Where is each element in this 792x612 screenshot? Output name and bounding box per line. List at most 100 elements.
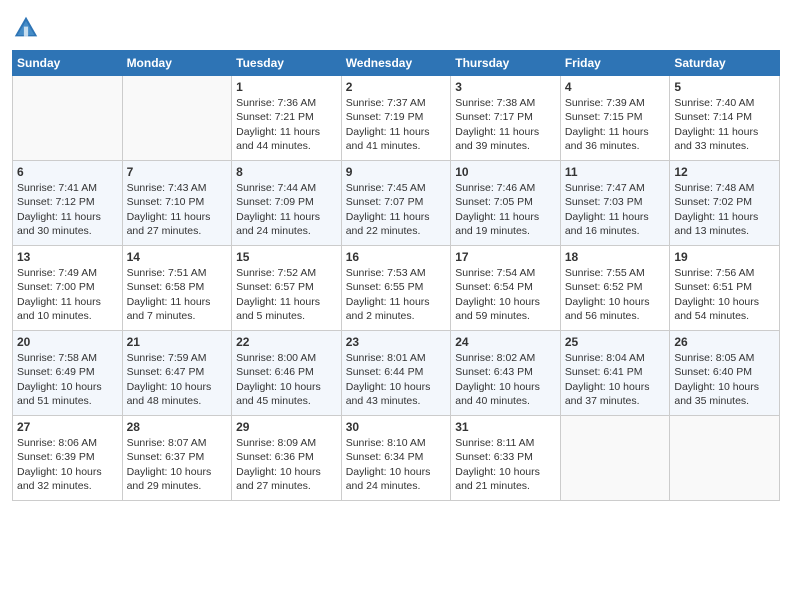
day-info: Daylight: 11 hours and 39 minutes. bbox=[455, 125, 556, 153]
cal-cell: 17Sunrise: 7:54 AMSunset: 6:54 PMDayligh… bbox=[451, 246, 561, 331]
day-info: Sunrise: 7:38 AM bbox=[455, 96, 556, 110]
cal-cell: 20Sunrise: 7:58 AMSunset: 6:49 PMDayligh… bbox=[13, 331, 123, 416]
day-number: 14 bbox=[127, 249, 228, 265]
day-number: 19 bbox=[674, 249, 775, 265]
cal-cell: 24Sunrise: 8:02 AMSunset: 6:43 PMDayligh… bbox=[451, 331, 561, 416]
header-cell-wednesday: Wednesday bbox=[341, 51, 451, 76]
cal-cell: 25Sunrise: 8:04 AMSunset: 6:41 PMDayligh… bbox=[560, 331, 670, 416]
cal-cell: 7Sunrise: 7:43 AMSunset: 7:10 PMDaylight… bbox=[122, 161, 232, 246]
day-number: 21 bbox=[127, 334, 228, 350]
day-info: Sunrise: 7:36 AM bbox=[236, 96, 337, 110]
cal-cell: 5Sunrise: 7:40 AMSunset: 7:14 PMDaylight… bbox=[670, 76, 780, 161]
day-info: Daylight: 11 hours and 36 minutes. bbox=[565, 125, 666, 153]
day-info: Sunrise: 7:53 AM bbox=[346, 266, 447, 280]
cal-cell: 12Sunrise: 7:48 AMSunset: 7:02 PMDayligh… bbox=[670, 161, 780, 246]
day-info: Daylight: 10 hours and 35 minutes. bbox=[674, 380, 775, 408]
day-info: Daylight: 11 hours and 41 minutes. bbox=[346, 125, 447, 153]
header-cell-tuesday: Tuesday bbox=[232, 51, 342, 76]
day-number: 4 bbox=[565, 79, 666, 95]
day-info: Sunrise: 7:47 AM bbox=[565, 181, 666, 195]
cal-cell: 30Sunrise: 8:10 AMSunset: 6:34 PMDayligh… bbox=[341, 416, 451, 501]
day-number: 10 bbox=[455, 164, 556, 180]
day-number: 3 bbox=[455, 79, 556, 95]
day-number: 25 bbox=[565, 334, 666, 350]
day-info: Sunset: 7:19 PM bbox=[346, 110, 447, 124]
day-info: Sunrise: 7:45 AM bbox=[346, 181, 447, 195]
header-cell-friday: Friday bbox=[560, 51, 670, 76]
day-number: 11 bbox=[565, 164, 666, 180]
day-info: Daylight: 10 hours and 56 minutes. bbox=[565, 295, 666, 323]
cal-cell: 18Sunrise: 7:55 AMSunset: 6:52 PMDayligh… bbox=[560, 246, 670, 331]
day-info: Sunset: 6:34 PM bbox=[346, 450, 447, 464]
day-info: Daylight: 11 hours and 10 minutes. bbox=[17, 295, 118, 323]
cal-cell: 10Sunrise: 7:46 AMSunset: 7:05 PMDayligh… bbox=[451, 161, 561, 246]
day-info: Sunrise: 8:04 AM bbox=[565, 351, 666, 365]
cal-cell bbox=[560, 416, 670, 501]
day-info: Sunrise: 8:09 AM bbox=[236, 436, 337, 450]
cal-cell: 2Sunrise: 7:37 AMSunset: 7:19 PMDaylight… bbox=[341, 76, 451, 161]
day-info: Sunrise: 7:55 AM bbox=[565, 266, 666, 280]
day-info: Daylight: 11 hours and 5 minutes. bbox=[236, 295, 337, 323]
week-row-2: 6Sunrise: 7:41 AMSunset: 7:12 PMDaylight… bbox=[13, 161, 780, 246]
day-info: Daylight: 10 hours and 40 minutes. bbox=[455, 380, 556, 408]
day-number: 29 bbox=[236, 419, 337, 435]
day-info: Sunset: 6:57 PM bbox=[236, 280, 337, 294]
cal-cell: 11Sunrise: 7:47 AMSunset: 7:03 PMDayligh… bbox=[560, 161, 670, 246]
day-number: 31 bbox=[455, 419, 556, 435]
day-info: Sunset: 6:46 PM bbox=[236, 365, 337, 379]
day-info: Sunset: 6:43 PM bbox=[455, 365, 556, 379]
day-info: Daylight: 11 hours and 13 minutes. bbox=[674, 210, 775, 238]
day-info: Sunset: 6:33 PM bbox=[455, 450, 556, 464]
page-container: SundayMondayTuesdayWednesdayThursdayFrid… bbox=[0, 0, 792, 509]
day-number: 28 bbox=[127, 419, 228, 435]
day-info: Sunrise: 7:37 AM bbox=[346, 96, 447, 110]
cal-cell: 16Sunrise: 7:53 AMSunset: 6:55 PMDayligh… bbox=[341, 246, 451, 331]
day-info: Sunset: 7:09 PM bbox=[236, 195, 337, 209]
day-info: Daylight: 10 hours and 29 minutes. bbox=[127, 465, 228, 493]
day-info: Sunset: 7:02 PM bbox=[674, 195, 775, 209]
week-row-5: 27Sunrise: 8:06 AMSunset: 6:39 PMDayligh… bbox=[13, 416, 780, 501]
day-number: 20 bbox=[17, 334, 118, 350]
cal-cell: 22Sunrise: 8:00 AMSunset: 6:46 PMDayligh… bbox=[232, 331, 342, 416]
day-info: Sunrise: 7:43 AM bbox=[127, 181, 228, 195]
day-number: 18 bbox=[565, 249, 666, 265]
cal-cell: 9Sunrise: 7:45 AMSunset: 7:07 PMDaylight… bbox=[341, 161, 451, 246]
day-info: Sunrise: 7:44 AM bbox=[236, 181, 337, 195]
cal-cell: 29Sunrise: 8:09 AMSunset: 6:36 PMDayligh… bbox=[232, 416, 342, 501]
day-info: Daylight: 10 hours and 45 minutes. bbox=[236, 380, 337, 408]
day-info: Sunset: 7:00 PM bbox=[17, 280, 118, 294]
day-info: Daylight: 11 hours and 27 minutes. bbox=[127, 210, 228, 238]
day-info: Sunrise: 7:40 AM bbox=[674, 96, 775, 110]
day-info: Sunset: 7:12 PM bbox=[17, 195, 118, 209]
day-info: Daylight: 11 hours and 24 minutes. bbox=[236, 210, 337, 238]
day-info: Daylight: 10 hours and 32 minutes. bbox=[17, 465, 118, 493]
header-cell-saturday: Saturday bbox=[670, 51, 780, 76]
day-number: 13 bbox=[17, 249, 118, 265]
day-info: Sunset: 6:36 PM bbox=[236, 450, 337, 464]
day-info: Sunrise: 8:00 AM bbox=[236, 351, 337, 365]
cal-cell bbox=[122, 76, 232, 161]
day-info: Sunset: 6:39 PM bbox=[17, 450, 118, 464]
day-info: Sunrise: 7:54 AM bbox=[455, 266, 556, 280]
day-info: Sunrise: 7:51 AM bbox=[127, 266, 228, 280]
day-number: 1 bbox=[236, 79, 337, 95]
cal-cell: 13Sunrise: 7:49 AMSunset: 7:00 PMDayligh… bbox=[13, 246, 123, 331]
cal-cell: 19Sunrise: 7:56 AMSunset: 6:51 PMDayligh… bbox=[670, 246, 780, 331]
day-info: Sunrise: 7:39 AM bbox=[565, 96, 666, 110]
day-info: Sunrise: 7:49 AM bbox=[17, 266, 118, 280]
calendar-table: SundayMondayTuesdayWednesdayThursdayFrid… bbox=[12, 50, 780, 501]
day-info: Sunrise: 7:58 AM bbox=[17, 351, 118, 365]
day-info: Daylight: 11 hours and 7 minutes. bbox=[127, 295, 228, 323]
day-info: Daylight: 10 hours and 21 minutes. bbox=[455, 465, 556, 493]
day-info: Daylight: 10 hours and 24 minutes. bbox=[346, 465, 447, 493]
day-number: 5 bbox=[674, 79, 775, 95]
day-number: 26 bbox=[674, 334, 775, 350]
day-info: Sunrise: 8:10 AM bbox=[346, 436, 447, 450]
logo bbox=[12, 14, 42, 42]
day-info: Sunset: 6:54 PM bbox=[455, 280, 556, 294]
day-info: Sunset: 7:15 PM bbox=[565, 110, 666, 124]
day-info: Sunrise: 7:46 AM bbox=[455, 181, 556, 195]
day-number: 22 bbox=[236, 334, 337, 350]
week-row-1: 1Sunrise: 7:36 AMSunset: 7:21 PMDaylight… bbox=[13, 76, 780, 161]
day-info: Sunrise: 7:41 AM bbox=[17, 181, 118, 195]
